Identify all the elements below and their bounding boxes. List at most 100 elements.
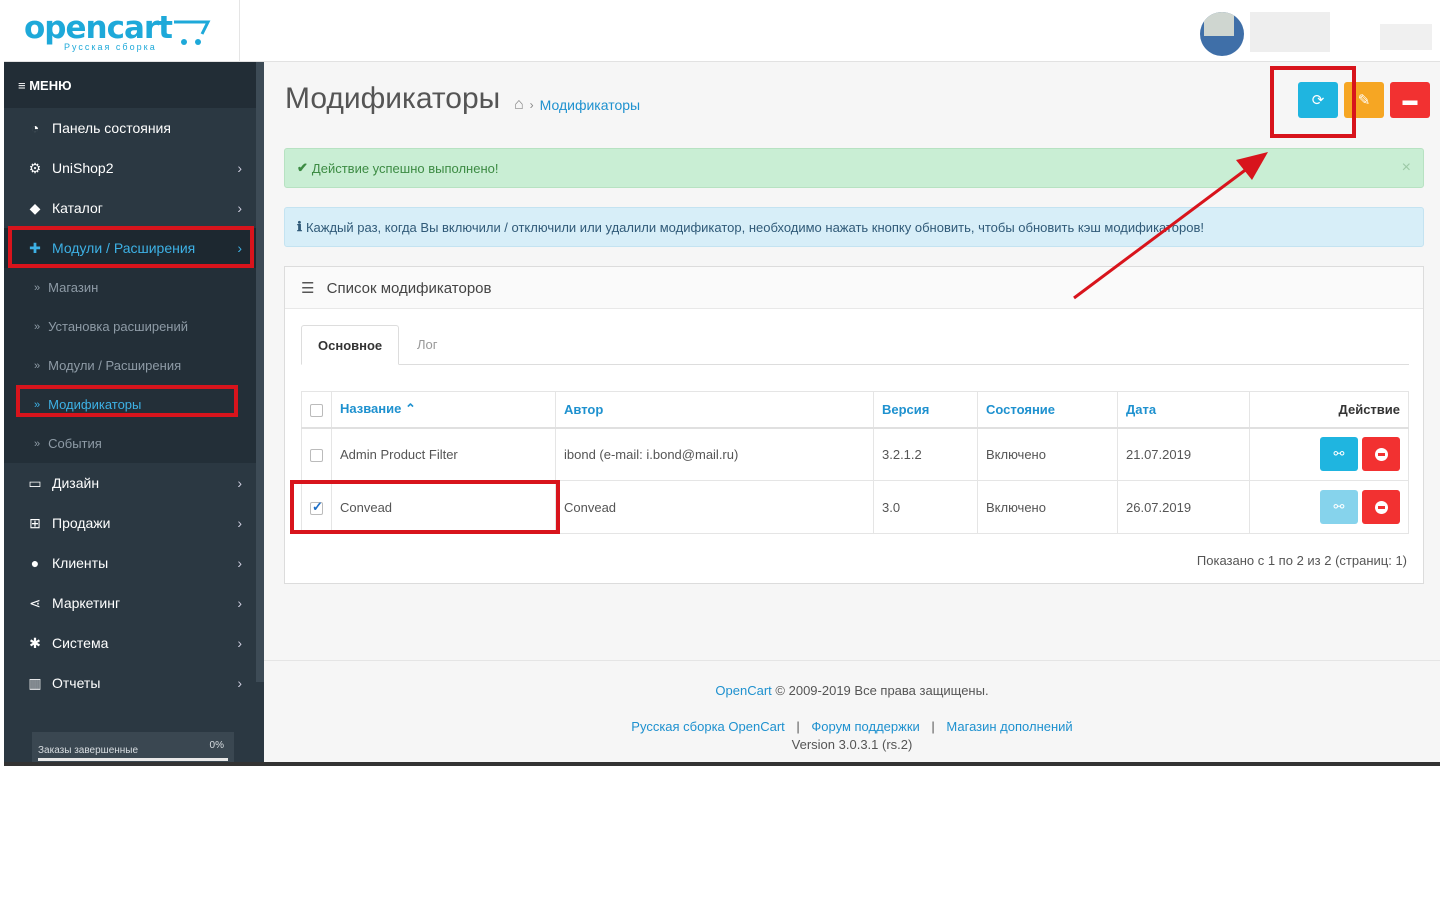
success-alert: ✔ Действие успешно выполнено! × — [284, 148, 1424, 188]
clear-button[interactable]: ✎ — [1344, 82, 1384, 118]
delete-button[interactable]: ▬ — [1390, 82, 1430, 118]
sort-asc-icon: ⌃ — [405, 401, 416, 417]
share-icon: ⋖ — [29, 594, 41, 611]
panel-title: Список модификаторов — [326, 280, 492, 297]
sidebar-item-extensions[interactable]: ✚ Модули / Расширения › — [4, 228, 264, 268]
menu-header[interactable]: ≡ МЕНЮ — [4, 62, 264, 108]
sidebar-scrollbar[interactable] — [256, 62, 264, 682]
link-icon: ⚯ — [1333, 499, 1345, 514]
submenu-item-label: События — [48, 436, 102, 451]
footer-link-store[interactable]: Магазин дополнений — [946, 719, 1072, 734]
info-alert: ℹ Каждый раз, когда Вы включили / отключ… — [284, 207, 1424, 247]
logo-cart-icon — [174, 20, 211, 45]
submenu-item-modifications[interactable]: » Модификаторы — [4, 385, 264, 424]
minus-circle-icon — [1374, 447, 1388, 461]
user-icon: ● — [30, 555, 40, 571]
submenu-item-store[interactable]: » Магазин — [4, 268, 264, 307]
monitor-icon: ▭ — [28, 474, 42, 491]
sidebar-item-catalog[interactable]: ◆ Каталог › — [4, 188, 264, 228]
list-icon: ☰ — [301, 280, 315, 297]
blurred-logout — [1380, 24, 1432, 50]
sidebar-item-label: Система — [52, 635, 109, 651]
browser-viewport: opencart Русская сборка ≡ МЕНЮ ◔ Панель … — [4, 0, 1440, 766]
sidebar-item-design[interactable]: ▭ Дизайн › — [4, 463, 264, 503]
link-icon: ⚯ — [1333, 446, 1345, 462]
disable-button[interactable] — [1362, 437, 1400, 472]
home-icon[interactable]: ⌂ — [514, 96, 524, 114]
cell-status: Включено — [977, 480, 1118, 534]
link-button[interactable]: ⚯ — [1320, 437, 1358, 472]
column-status[interactable]: Состояние — [977, 391, 1118, 429]
footer-link-forum[interactable]: Форум поддержки — [811, 719, 919, 734]
double-chevron-icon: » — [34, 320, 41, 333]
eraser-icon: ✎ — [1357, 92, 1371, 109]
sidebar-item-marketing[interactable]: ⋖ Маркетинг › — [4, 583, 264, 623]
submenu-item-extensions[interactable]: » Модули / Расширения — [4, 346, 264, 385]
sidebar-item-label: Маркетинг — [52, 595, 121, 611]
chevron-right-icon: › — [237, 595, 242, 611]
opencart-logo[interactable]: opencart Русская сборка — [24, 10, 224, 54]
chevron-right-icon: › — [237, 160, 242, 176]
double-chevron-icon: » — [34, 359, 41, 372]
footer-copyright-line: OpenCart © 2009-2019 Все права защищены. — [264, 683, 1440, 698]
blurred-username — [1250, 12, 1330, 52]
check-circle-icon: ✔ — [297, 160, 308, 175]
user-menu[interactable] — [1200, 4, 1440, 56]
puzzle-icon: ✚ — [29, 239, 41, 256]
chevron-right-icon: › — [237, 635, 242, 651]
pagination-text: Показано с 1 по 2 из 2 (страниц: 1) — [1196, 553, 1407, 568]
column-name[interactable]: Название ⌃ — [331, 391, 556, 429]
info-alert-text: Каждый раз, когда Вы включили / отключил… — [305, 219, 1205, 235]
row-checkbox-checked[interactable] — [310, 499, 323, 515]
close-icon[interactable]: × — [1402, 159, 1411, 177]
column-author[interactable]: Автор — [555, 391, 874, 429]
tab-general[interactable]: Основное — [301, 325, 399, 365]
modifications-panel: ☰ Список модификаторов Основное Лог Назв… — [284, 266, 1424, 584]
breadcrumb: ⌂ › Модификаторы — [514, 96, 640, 114]
sidebar-item-sales[interactable]: ⊞ Продажи › — [4, 503, 264, 543]
refresh-button[interactable]: ⟳ — [1298, 82, 1338, 118]
extensions-submenu: » Магазин » Установка расширений » Модул… — [4, 268, 264, 463]
row-checkbox[interactable] — [310, 448, 323, 462]
column-date[interactable]: Дата — [1117, 391, 1250, 429]
breadcrumb-link[interactable]: Модификаторы — [540, 97, 640, 113]
chevron-right-icon: › — [237, 475, 242, 491]
sidebar-item-label: Отчеты — [52, 675, 101, 691]
sidebar-item-unishop2[interactable]: ⚙ UniShop2 › — [4, 148, 264, 188]
tab-log[interactable]: Лог — [401, 325, 454, 365]
avatar[interactable] — [1200, 12, 1244, 56]
sidebar-item-label: Дизайн — [52, 475, 100, 491]
cell-author: Convead — [555, 480, 874, 534]
logo-subtitle: Русская сборка — [64, 42, 157, 52]
link-button[interactable]: ⚯ — [1320, 490, 1358, 524]
submenu-item-events[interactable]: » События — [4, 424, 264, 463]
footer-separator: | — [931, 719, 935, 734]
footer-version: Version 3.0.3.1 (rs.2) — [791, 737, 913, 752]
chevron-right-icon: › — [237, 200, 242, 216]
cell-status: Включено — [977, 427, 1118, 481]
cell-actions: ⚯ — [1249, 480, 1409, 534]
column-version[interactable]: Версия — [873, 391, 978, 429]
select-all-checkbox[interactable] — [310, 403, 323, 417]
footer-brand-link[interactable]: OpenCart — [715, 683, 771, 698]
table-row: Convead Convead 3.0 Включено 26.07.2019 … — [301, 480, 1409, 534]
sidebar-item-label: Продажи — [52, 515, 111, 531]
disable-button[interactable] — [1362, 490, 1400, 524]
sidebar-item-customers[interactable]: ● Клиенты › — [4, 543, 264, 583]
sidebar-item-dashboard[interactable]: ◔ Панель состояния — [4, 108, 264, 148]
footer-link-russian-build[interactable]: Русская сборка OpenCart — [631, 719, 784, 734]
sidebar-item-reports[interactable]: ▥ Отчеты › — [4, 663, 264, 703]
gear-icon: ✱ — [29, 634, 41, 651]
submenu-item-installer[interactable]: » Установка расширений — [4, 307, 264, 346]
hamburger-icon: ≡ — [18, 78, 26, 93]
double-chevron-icon: » — [34, 398, 41, 411]
dashboard-icon: ◔ — [30, 120, 40, 136]
sidebar-item-system[interactable]: ✱ Система › — [4, 623, 264, 663]
minus-circle-icon — [1374, 500, 1388, 514]
cell-version: 3.0 — [873, 480, 978, 534]
sidebar-item-label: Панель состояния — [52, 120, 171, 136]
footer-links: Русская сборка OpenCart | Форум поддержк… — [264, 719, 1440, 734]
progress-value: 0% — [209, 740, 224, 751]
refresh-icon: ⟳ — [1311, 92, 1325, 109]
breadcrumb-separator: › — [529, 98, 534, 112]
